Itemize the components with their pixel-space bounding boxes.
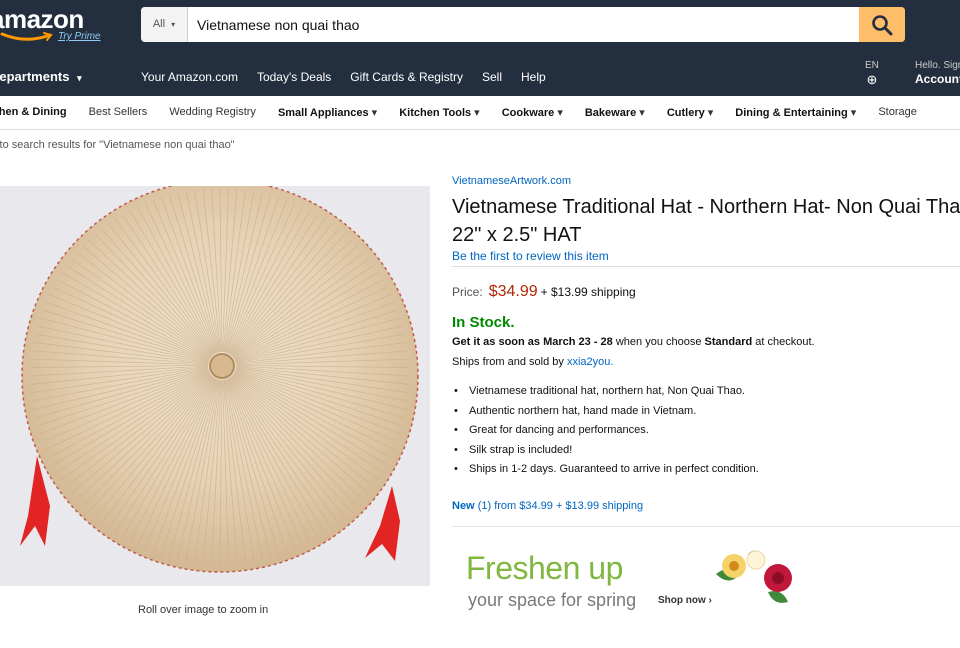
search-icon xyxy=(872,14,893,35)
ad-subtitle: your space for spring xyxy=(468,590,637,610)
subnav-list: Kitchen & Dining Best Sellers Wedding Re… xyxy=(0,106,917,119)
subnav-label: Bakeware xyxy=(584,107,637,119)
account-menu[interactable]: Hello. Sign in Account & Lists xyxy=(915,60,960,86)
delivery-option: Standard xyxy=(704,336,753,348)
zoom-caption: Roll over image to zoom in xyxy=(138,604,269,616)
subnav-label: Cookware xyxy=(501,107,555,119)
delivery-pre: Get it as soon as xyxy=(452,336,541,348)
shipping-cost: + $13.99 shipping xyxy=(540,285,636,299)
subnav-label: Dining & Entertaining xyxy=(735,107,848,119)
divider xyxy=(452,266,960,267)
category-subnav: Kitchen & Dining Best Sellers Wedding Re… xyxy=(0,96,960,130)
delivery-date: March 23 - 28 xyxy=(543,336,613,348)
account-lists-label: Account & Lists xyxy=(915,72,960,86)
ships-from: Ships from and sold by xxia2you. xyxy=(452,356,613,368)
ships-from-label: Ships from and sold by xyxy=(452,356,564,368)
departments-menu[interactable]: Departments ▾ xyxy=(0,69,82,84)
subnav-label: Cutlery xyxy=(666,107,705,119)
feature-bullet: Authentic northern hat, hand made in Vie… xyxy=(452,403,759,423)
feature-bullet: Vietnamese traditional hat, northern hat… xyxy=(452,383,759,403)
language-selector[interactable]: EN ⊕ xyxy=(865,60,879,88)
price-row: Price: $34.99 + $13.99 shipping xyxy=(452,283,636,301)
logo-text: amazon xyxy=(0,4,84,34)
try-prime-link[interactable]: Try Prime xyxy=(58,31,101,42)
nav-link-todays-deals[interactable]: Today's Deals xyxy=(257,70,331,84)
subnav-item-bakeware[interactable]: Bakeware ▾ xyxy=(585,106,645,119)
smile-icon xyxy=(0,32,53,41)
seller-link[interactable]: xxia2you. xyxy=(567,356,613,368)
product-title: Vietnamese Traditional Hat - Northern Ha… xyxy=(452,196,960,246)
conical-hat-image xyxy=(0,179,430,586)
delivery-post: at checkout. xyxy=(755,336,815,348)
spring-ad-banner[interactable]: Freshen up your space for spring Shop no… xyxy=(452,538,960,628)
search-button[interactable] xyxy=(859,7,905,42)
subnav-item-kitchen-dining[interactable]: Kitchen & Dining xyxy=(0,106,67,119)
feature-bullet: Silk strap is included! xyxy=(452,442,759,462)
divider xyxy=(452,526,960,527)
nav-bar: Departments ▾ Your Amazon.com Today's De… xyxy=(0,56,960,96)
subnav-item-kitchen-tools[interactable]: Kitchen Tools ▾ xyxy=(399,106,480,119)
subnav-label: Kitchen Tools xyxy=(399,107,472,119)
feature-bullets: Vietnamese traditional hat, northern hat… xyxy=(452,383,759,481)
feature-bullet: Ships in 1-2 days. Guaranteed to arrive … xyxy=(452,461,759,481)
caret-down-icon: ▾ xyxy=(77,73,82,83)
delivery-mid: when you choose xyxy=(615,336,702,348)
search-dept-label: All xyxy=(152,18,166,30)
review-link[interactable]: Be the first to review this item xyxy=(452,249,609,263)
back-to-results-link[interactable]: Back to search results for "Vietnamese n… xyxy=(0,139,235,151)
nav-link-help[interactable]: Help xyxy=(521,70,546,84)
subnav-item-best-sellers[interactable]: Best Sellers xyxy=(89,106,148,119)
flowers-icon xyxy=(716,550,792,603)
shop-now-link[interactable]: Shop now › xyxy=(658,595,712,606)
subnav-item-cutlery[interactable]: Cutlery ▾ xyxy=(667,106,713,119)
feature-bullet: Great for dancing and performances. xyxy=(452,422,759,442)
stock-status: In Stock. xyxy=(452,314,515,331)
amazon-logo[interactable]: amazon Try Prime xyxy=(0,4,110,48)
subnav-item-storage[interactable]: Storage xyxy=(878,106,917,119)
subnav-item-wedding-registry[interactable]: Wedding Registry xyxy=(169,106,256,119)
brand-link[interactable]: VietnameseArtwork.com xyxy=(452,175,571,187)
hello-text: Hello. Sign in xyxy=(915,60,960,71)
delivery-estimate: Get it as soon as March 23 - 28 when you… xyxy=(452,336,815,348)
subnav-item-small-appliances[interactable]: Small Appliances ▾ xyxy=(278,106,377,119)
nav-links: Your Amazon.com Today's Deals Gift Cards… xyxy=(141,70,546,84)
subnav-item-dining[interactable]: Dining & Entertaining ▾ xyxy=(735,106,856,119)
price-value: $34.99 xyxy=(488,283,538,300)
language-label: EN xyxy=(865,60,879,71)
chevron-down-icon: ▾ xyxy=(171,20,176,29)
top-header: amazon Try Prime All ▾ xyxy=(0,0,960,56)
offers-detail: (1) from $34.99 + $13.99 shipping xyxy=(477,500,644,512)
offers-new-label: New xyxy=(452,500,475,512)
subnav-item-cookware[interactable]: Cookware ▾ xyxy=(502,106,563,119)
search-input[interactable] xyxy=(188,7,857,42)
search-department-dropdown[interactable]: All ▾ xyxy=(141,7,188,42)
nav-link-your-amazon[interactable]: Your Amazon.com xyxy=(141,70,238,84)
subnav-label: Small Appliances xyxy=(277,107,369,119)
product-image[interactable] xyxy=(0,179,430,586)
nav-link-gift-cards[interactable]: Gift Cards & Registry xyxy=(350,70,463,84)
departments-label: Departments xyxy=(0,69,70,84)
new-offers-link[interactable]: New (1) from $34.99 + $13.99 shipping xyxy=(452,500,643,512)
nav-link-sell[interactable]: Sell xyxy=(482,70,502,84)
globe-icon: ⊕ xyxy=(866,72,878,87)
search-bar: All ▾ xyxy=(141,7,905,42)
price-label: Price: xyxy=(452,285,483,299)
ad-title: Freshen up xyxy=(466,550,623,586)
